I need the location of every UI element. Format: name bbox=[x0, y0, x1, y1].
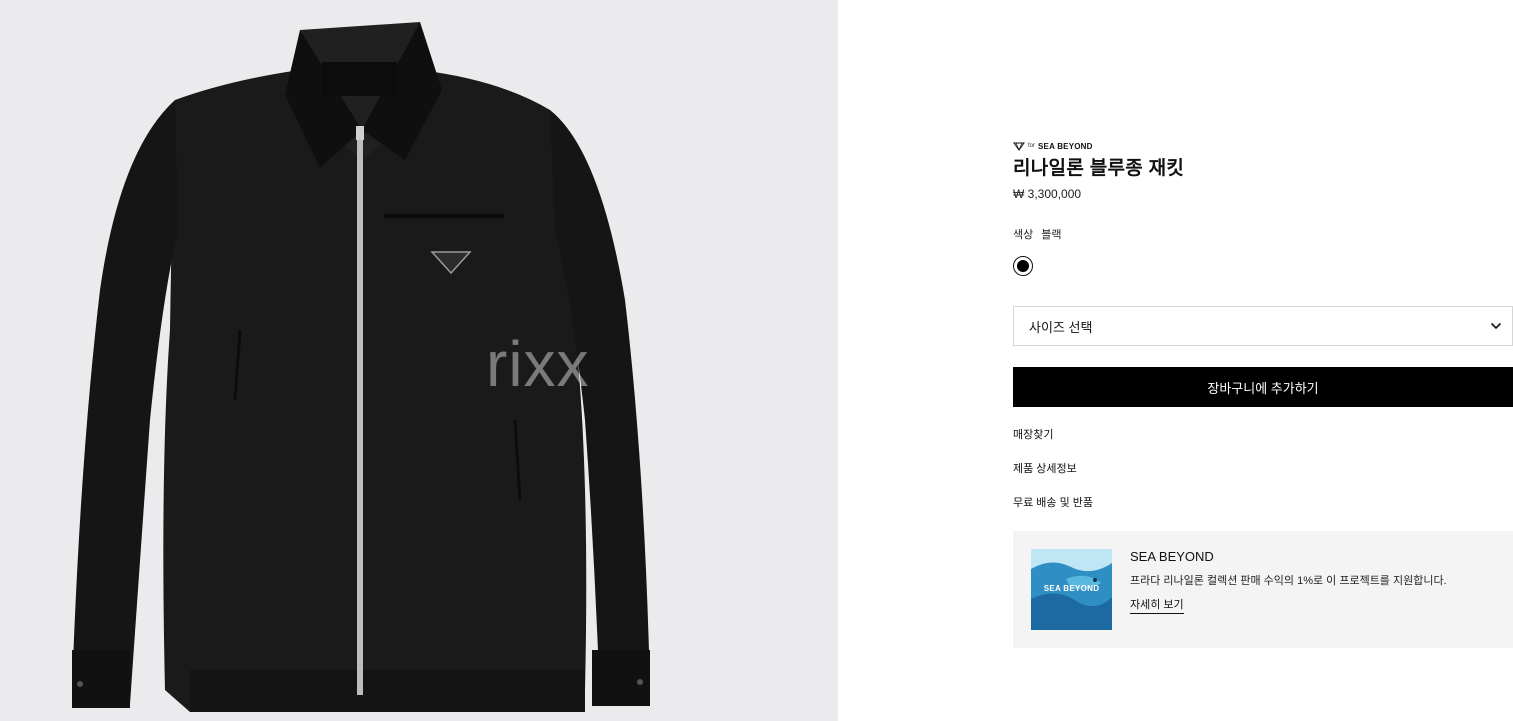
learn-more-link[interactable]: 자세히 보기 bbox=[1130, 596, 1184, 614]
promo-title: SEA BEYOND bbox=[1130, 549, 1214, 564]
jacket-illustration bbox=[72, 22, 650, 712]
color-swatch-black[interactable] bbox=[1013, 256, 1033, 276]
color-info: 색상 블랙 bbox=[1013, 226, 1062, 242]
color-value: 블랙 bbox=[1041, 229, 1062, 241]
promo-description: 프라다 리나일론 컬렉션 판매 수익의 1%로 이 프로젝트를 지원합니다. bbox=[1130, 575, 1447, 587]
sea-beyond-image: SEA BEYOND bbox=[1031, 549, 1112, 630]
add-to-cart-button[interactable]: 장바구니에 추가하기 bbox=[1013, 367, 1513, 407]
color-swatch-dot bbox=[1017, 260, 1029, 272]
product-price: ₩ 3,300,000 bbox=[1013, 187, 1082, 201]
sea-beyond-promo: SEA BEYOND SEA BEYOND 프라다 리나일론 컬렉션 판매 수익… bbox=[1013, 531, 1513, 648]
product-image[interactable]: rixx bbox=[0, 0, 838, 721]
product-info-panel: for SEA BEYOND 리나일론 블루종 재킷 ₩ 3,300,000 색… bbox=[1013, 0, 1513, 721]
diamond-icon bbox=[1013, 142, 1025, 151]
chevron-down-icon bbox=[1490, 322, 1502, 330]
store-finder-link[interactable]: 매장찾기 bbox=[1013, 426, 1053, 442]
product-details-link[interactable]: 제품 상세정보 bbox=[1013, 460, 1077, 476]
collection-tag-name: SEA BEYOND bbox=[1038, 141, 1093, 151]
size-select-label: 사이즈 선택 bbox=[1029, 319, 1093, 335]
collection-tag-prefix: for bbox=[1028, 143, 1036, 149]
product-title: 리나일론 블루종 재킷 bbox=[1013, 158, 1185, 179]
watermark-text: rixx bbox=[486, 328, 590, 400]
sea-beyond-image-label: SEA BEYOND bbox=[1043, 584, 1100, 593]
size-select[interactable]: 사이즈 선택 bbox=[1013, 306, 1513, 346]
shipping-returns-link[interactable]: 무료 배송 및 반품 bbox=[1013, 494, 1093, 510]
collection-tag: for SEA BEYOND bbox=[1013, 140, 1093, 152]
color-label: 색상 bbox=[1013, 229, 1034, 241]
